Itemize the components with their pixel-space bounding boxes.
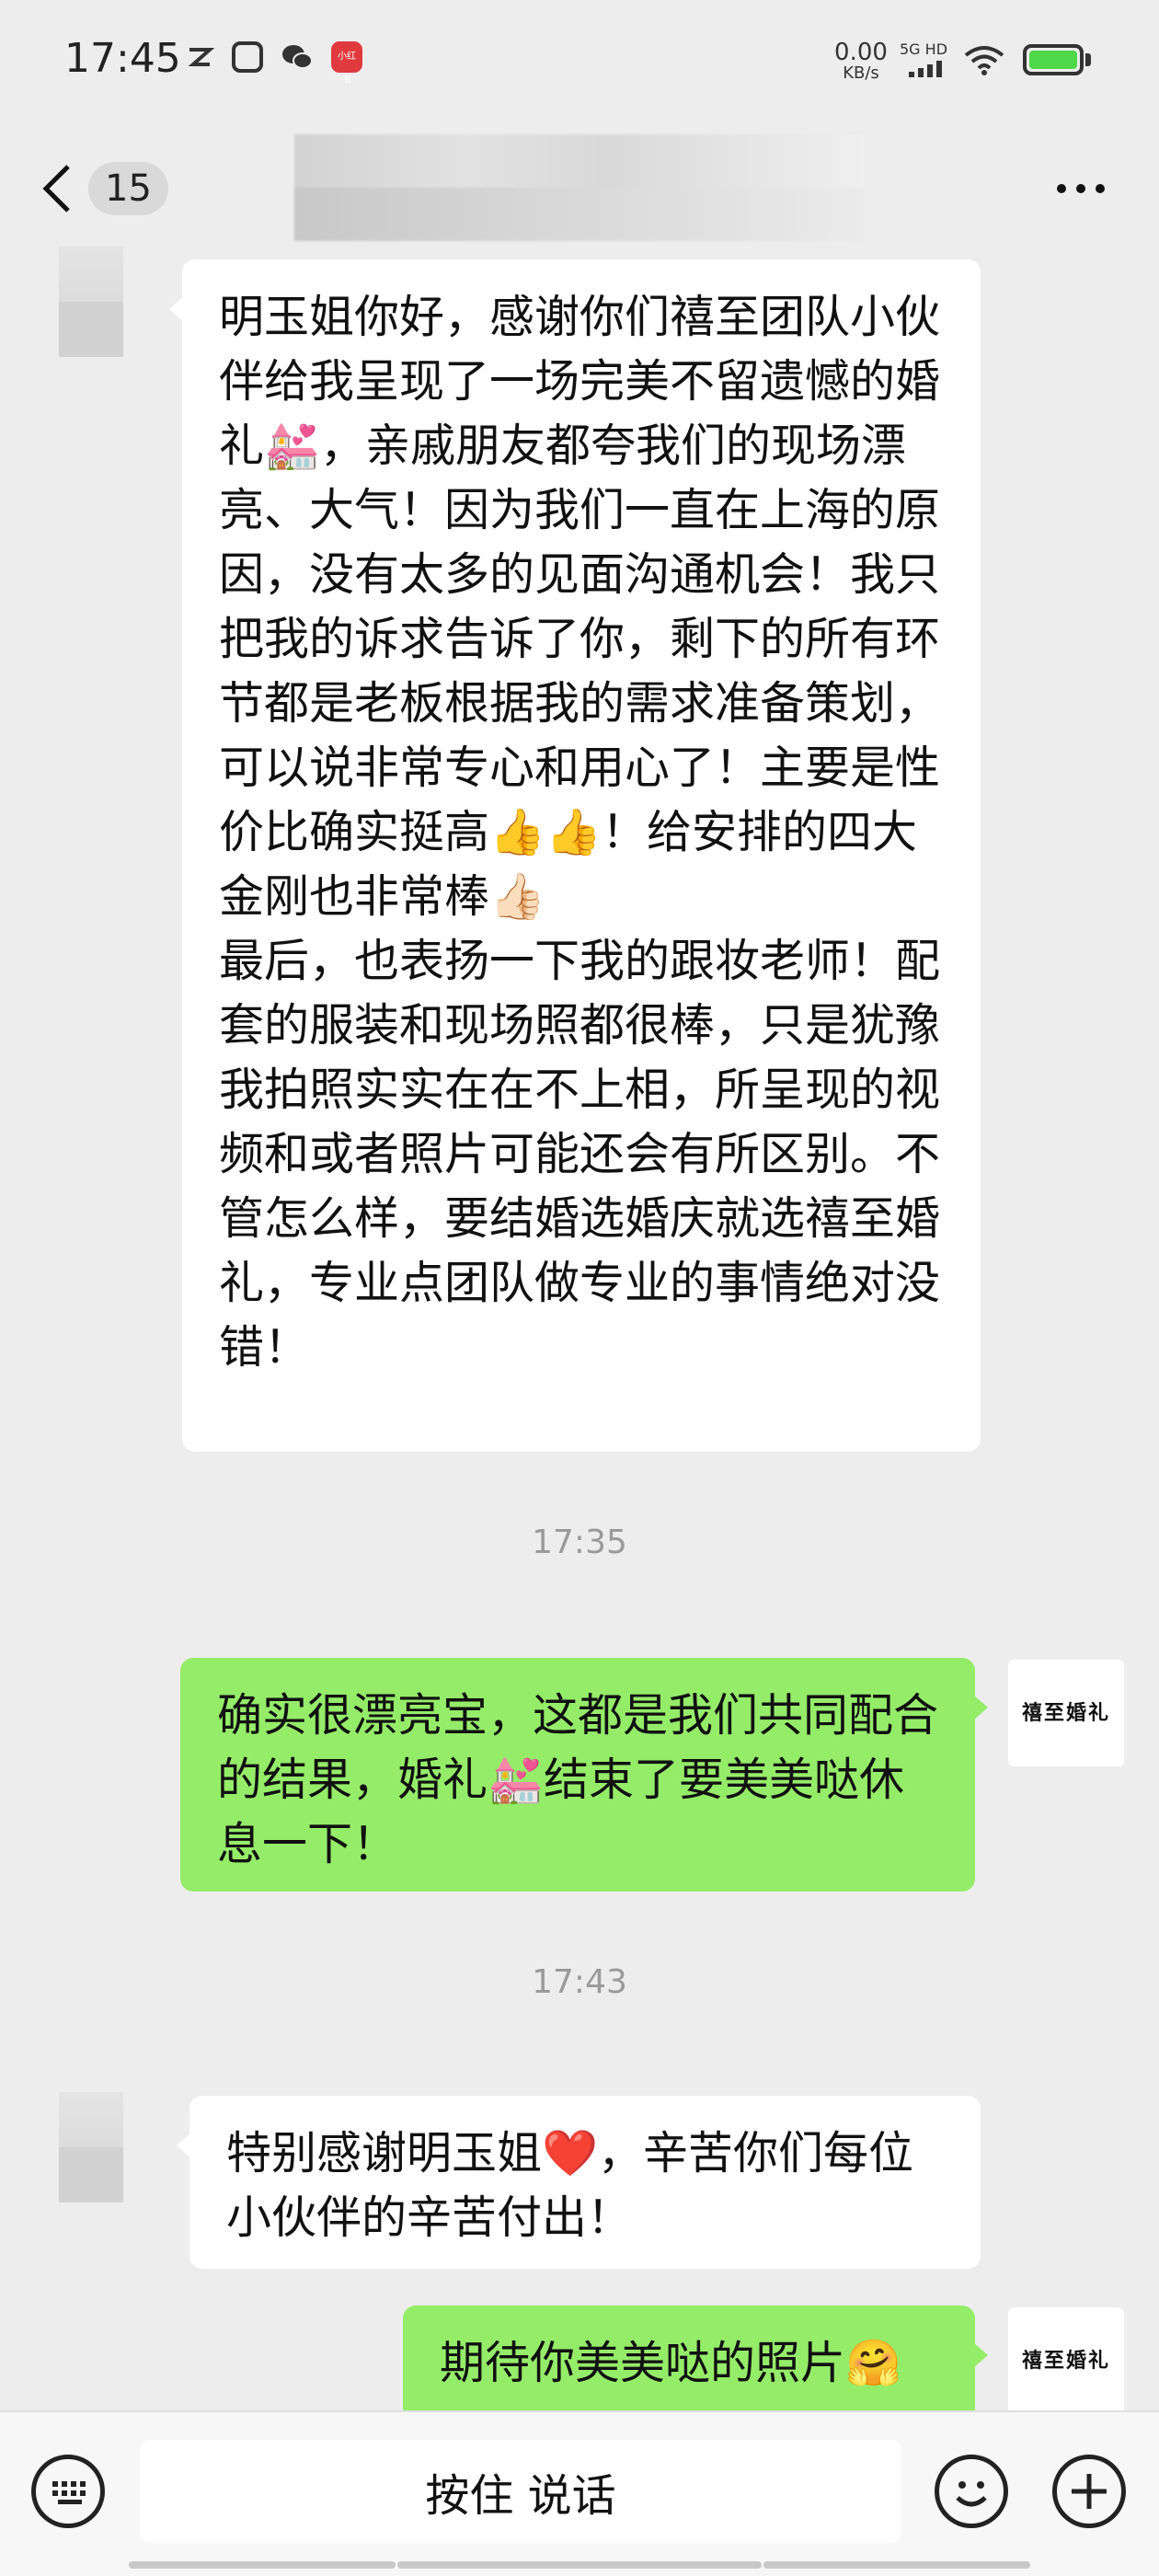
chat-screen: 17:45 小红书 0.00 KB/s 5G HD 15 明玉姐你好，感谢你们禧… (0, 0, 1159, 2576)
battery-tip (1085, 53, 1091, 66)
input-bar: 按住 说话 (0, 2410, 1159, 2576)
message-bubble-incoming[interactable]: 明玉姐你好，感谢你们禧至团队小伙伴给我呈现了一场完美不留遗憾的婚礼💒，亲戚朋友都… (169, 259, 981, 1452)
hold-to-talk-button[interactable]: 按住 说话 (140, 2440, 901, 2543)
contact-name-blurred (294, 134, 865, 241)
network-type-label: 5G HD (900, 40, 948, 58)
notification-app-icon (232, 41, 263, 73)
keyboard-icon (52, 2481, 86, 2504)
self-avatar[interactable]: 禧至婚礼 (1008, 1660, 1124, 1766)
keyboard-toggle-button[interactable] (31, 2455, 105, 2528)
signal-icon (909, 61, 942, 77)
status-bar: 17:45 小红书 0.00 KB/s 5G HD (0, 0, 1159, 129)
smiley-icon (956, 2481, 987, 2507)
network-speed-value: 0.00 (834, 39, 888, 66)
tiktok-icon (188, 48, 215, 66)
message-bubble-incoming[interactable]: 特别感谢明玉姐❤️，辛苦你们每位小伙伴的辛苦付出！ (177, 2096, 981, 2269)
contact-avatar[interactable] (59, 2092, 123, 2202)
plus-icon (1072, 2474, 1107, 2509)
wechat-icon (282, 45, 313, 69)
message-timestamp: 17:43 (532, 1963, 627, 2001)
gesture-bar (397, 2561, 762, 2569)
more-options-icon[interactable] (1049, 166, 1113, 212)
message-timestamp: 17:35 (532, 1524, 627, 1561)
battery-level (1029, 51, 1077, 69)
network-speed: 0.00 KB/s (833, 40, 889, 83)
avatar-logo-text: 禧至婚礼 (1021, 1701, 1110, 1725)
chat-header: 15 (0, 129, 1159, 247)
xiaohongshu-icon: 小红书 (331, 41, 362, 86)
status-time: 17:45 (64, 35, 181, 82)
wifi-icon (964, 46, 1004, 75)
chevron-left-icon (42, 165, 70, 213)
gesture-bar (129, 2561, 396, 2569)
network-speed-unit: KB/s (843, 63, 879, 83)
unread-count-badge: 15 (88, 162, 168, 215)
more-functions-button[interactable] (1052, 2455, 1126, 2528)
contact-avatar[interactable] (59, 247, 123, 357)
emoji-button[interactable] (935, 2455, 1008, 2528)
battery-icon (1023, 44, 1084, 75)
gesture-bar (763, 2561, 1030, 2569)
message-bubble-outgoing[interactable]: 期待你美美哒的照片🤗 (403, 2306, 988, 2410)
self-avatar[interactable]: 禧至婚礼 (1008, 2307, 1124, 2410)
message-bubble-outgoing[interactable]: 确实很漂亮宝，这都是我们共同配合的结果，婚礼💒结束了要美美哒休息一下！ (180, 1658, 988, 1892)
message-list[interactable]: 明玉姐你好，感谢你们禧至团队小伙伴给我呈现了一场完美不留遗憾的婚礼💒，亲戚朋友都… (0, 247, 1159, 2410)
notification-icons: 小红书 (184, 41, 362, 86)
avatar-logo-text: 禧至婚礼 (1021, 2349, 1110, 2373)
back-button[interactable]: 15 (40, 156, 178, 221)
